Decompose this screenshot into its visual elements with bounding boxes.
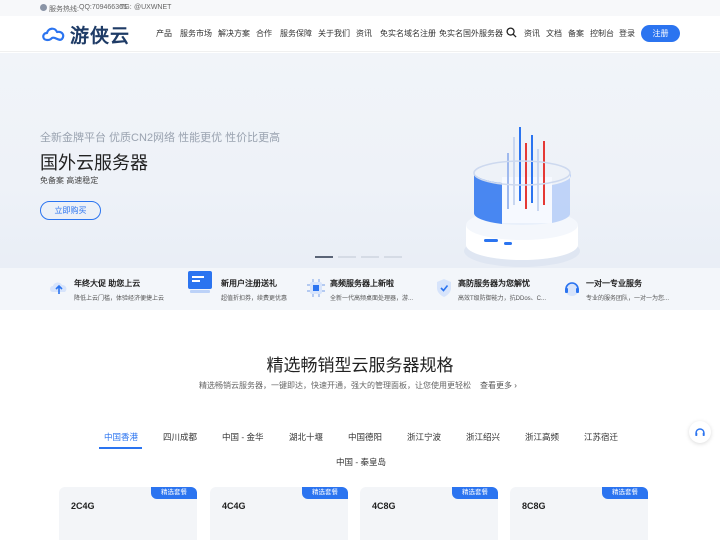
carousel-dot[interactable] xyxy=(384,256,402,258)
carousel-dot[interactable] xyxy=(361,256,379,258)
card-badge: 精选套餐 xyxy=(151,487,197,499)
server-illustration-icon xyxy=(464,127,580,267)
card-badge: 精选套餐 xyxy=(452,487,498,499)
feature-title: 新用户注册送礼 xyxy=(221,279,277,288)
nav-link-console[interactable]: 控制台 xyxy=(590,28,614,39)
hero-subtitle: 全新金牌平台 优质CN2网络 性能更优 性价比更高 xyxy=(40,132,281,144)
feature-item[interactable]: 一对一专业服务 专业的服务团队，一对一为您... xyxy=(561,268,671,310)
hero-title: 国外云服务器 xyxy=(40,153,148,174)
tab-region[interactable]: 浙江绍兴 xyxy=(466,431,500,443)
card-badge: 精选套餐 xyxy=(602,487,648,499)
nav-item-about[interactable]: 关于我们 xyxy=(318,28,350,39)
logo[interactable]: 游侠云 xyxy=(40,21,130,47)
product-card[interactable]: 精选套餐 8C8G xyxy=(510,487,648,540)
feature-desc: 专业的服务团队，一对一为您... xyxy=(586,296,670,302)
product-card[interactable]: 精选套餐 4C8G xyxy=(360,487,498,540)
buy-now-button[interactable]: 立即购买 xyxy=(40,201,101,220)
card-badge: 精选套餐 xyxy=(302,487,348,499)
features-strip: 年终大促 助您上云 降低上云门槛，体验经济便捷上云 新用户注册送礼 超值折扣券，… xyxy=(0,268,720,310)
tab-region[interactable]: 浙江高频 xyxy=(525,431,559,443)
feature-title: 一对一专业服务 xyxy=(586,279,642,288)
feature-item[interactable]: 高防服务器为您解忧 高效T级防御能力，抗DDos、C... xyxy=(433,268,551,310)
chevron-right-icon: › xyxy=(514,381,517,390)
feature-desc: 超值折扣券，续费更优惠 xyxy=(221,296,288,302)
section-title: 精选畅销型云服务器规格 xyxy=(266,356,454,376)
phone-icon xyxy=(40,4,47,11)
feature-desc: 全新一代高频桌面处理器，游... xyxy=(330,296,414,302)
carousel-dot[interactable] xyxy=(338,256,356,258)
support-float-button[interactable] xyxy=(689,421,711,443)
feature-title: 年终大促 助您上云 xyxy=(74,279,141,288)
view-more-link[interactable]: 查看更多 › xyxy=(480,380,517,391)
nav-item-solutions[interactable]: 解决方案 xyxy=(218,28,250,39)
product-card[interactable]: 精选套餐 4C4G xyxy=(210,487,348,540)
main-header: 游侠云 产品 服务市场 解决方案 合作 服务保障 关于我们 资讯 免实名域名注册… xyxy=(0,16,720,52)
feature-item[interactable]: 年终大促 助您上云 降低上云门槛，体验经济便捷上云 xyxy=(48,268,178,310)
cloud-upload-icon xyxy=(50,282,67,294)
nav-link-icp[interactable]: 备案 xyxy=(568,28,584,39)
product-card[interactable]: 精选套餐 2C4G xyxy=(59,487,197,540)
section-desc: 精选畅销云服务器，一键即达，快速开通，强大的管理面板，让您使用更轻松 xyxy=(199,381,471,390)
headset-icon xyxy=(565,282,579,296)
nav-link-login[interactable]: 登录 xyxy=(619,28,635,39)
hero-desc: 免备案 高速稳定 xyxy=(40,176,99,185)
tab-region[interactable]: 湖北十堰 xyxy=(289,431,323,443)
gift-card-icon xyxy=(188,271,212,293)
cpu-icon xyxy=(307,279,325,297)
feature-desc: 降低上云门槛，体验经济便捷上云 xyxy=(74,296,165,302)
card-name: 4C8G xyxy=(372,501,396,511)
carousel-dot[interactable] xyxy=(315,256,333,258)
tab-region[interactable]: 中国 - 金华 xyxy=(222,431,264,443)
tab-region[interactable]: 江苏宿迁 xyxy=(584,431,618,443)
view-more-label: 查看更多 xyxy=(480,381,512,390)
hero-banner: 全新金牌平台 优质CN2网络 性能更优 性价比更高 国外云服务器 免备案 高速稳… xyxy=(0,53,720,268)
nav-item-overseas-server[interactable]: 免实名国外服务器 xyxy=(439,28,503,39)
nav-item-news[interactable]: 资讯 xyxy=(356,28,372,39)
nav-link-news[interactable]: 资讯 xyxy=(524,28,540,39)
tab-region[interactable]: 中国德阳 xyxy=(348,431,382,443)
feature-item[interactable]: 高频服务器上新啦 全新一代高频桌面处理器，游... xyxy=(305,268,419,310)
shield-icon xyxy=(437,279,451,297)
nav-item-service[interactable]: 服务保障 xyxy=(280,28,312,39)
card-name: 8C8G xyxy=(522,501,546,511)
feature-title: 高频服务器上新啦 xyxy=(330,279,394,288)
headset-icon xyxy=(695,428,705,436)
tab-region[interactable]: 中国 - 秦皇岛 xyxy=(336,456,386,468)
register-button[interactable]: 注册 xyxy=(641,25,680,42)
cloud-logo-icon xyxy=(42,27,65,42)
active-tab-indicator xyxy=(99,447,142,449)
nav-item-domain[interactable]: 免实名域名注册 xyxy=(380,28,436,39)
logo-text: 游侠云 xyxy=(70,24,131,47)
feature-item[interactable]: 新用户注册送礼 超值折扣券，续费更优惠 xyxy=(186,268,296,310)
nav-link-docs[interactable]: 文档 xyxy=(546,28,562,39)
tg-label: TG: xyxy=(120,4,132,11)
tab-region[interactable]: 浙江宁波 xyxy=(407,431,441,443)
hotline-label: 服务热线: xyxy=(49,6,79,13)
tg-contact[interactable]: @UXWNET xyxy=(134,4,171,11)
feature-desc: 高效T级防御能力，抗DDos、C... xyxy=(458,296,547,302)
nav-item-products[interactable]: 产品 xyxy=(156,28,172,39)
nav-item-market[interactable]: 服务市场 xyxy=(180,28,212,39)
top-info-bar: 服务热线: QQ:709466365 TG: @UXWNET xyxy=(0,0,720,16)
card-name: 2C4G xyxy=(71,501,95,511)
feature-title: 高防服务器为您解忧 xyxy=(458,279,530,288)
search-icon[interactable] xyxy=(506,27,517,38)
card-name: 4C4G xyxy=(222,501,246,511)
carousel-dots xyxy=(315,256,402,258)
nav-item-cooperation[interactable]: 合作 xyxy=(256,28,272,39)
tab-region[interactable]: 中国香港 xyxy=(104,431,138,443)
tab-region[interactable]: 四川成都 xyxy=(163,431,197,443)
